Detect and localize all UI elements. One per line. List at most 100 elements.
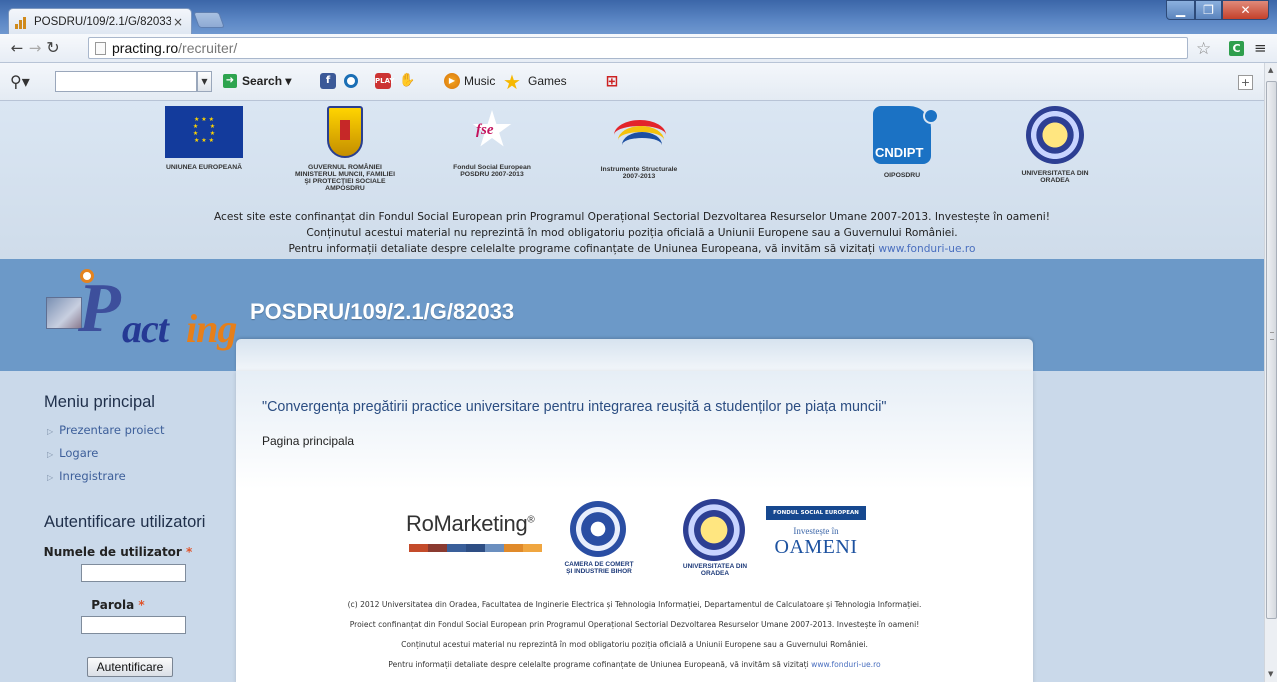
new-tab-button[interactable] <box>193 12 225 28</box>
project-quote: "Convergența pregătirii practice univers… <box>262 399 887 415</box>
bookmark-star-icon[interactable]: ☆ <box>1196 39 1211 59</box>
university-seal-icon <box>1026 106 1084 164</box>
main-menu-title: Meniu principal <box>44 393 155 411</box>
extension-icon[interactable]: C <box>1229 41 1244 56</box>
romarketing-color-segment <box>409 544 428 552</box>
search-toolbar: ⚲▾ ▼ ➜ Search ▾ f PLAY ✋ ▶ Music ★ Games… <box>0 63 1277 101</box>
video-icon[interactable]: PLAY <box>375 73 394 89</box>
footer-line: Pentru informații detaliate despre celel… <box>388 660 881 669</box>
search-button[interactable]: Search ▾ <box>242 74 291 88</box>
chamber-of-commerce-seal-icon <box>570 501 626 557</box>
romarketing-color-bar <box>409 544 542 552</box>
tab-title: POSDRU/109/2.1/G/82033 <box>34 15 171 28</box>
password-input[interactable] <box>81 616 186 634</box>
sidebar: Meniu principal ▷ Prezentare proiect ▷ Log… <box>0 371 236 682</box>
games-star-icon[interactable]: ★ <box>503 70 521 94</box>
vertical-scrollbar[interactable]: ▲ ▼ <box>1264 63 1277 682</box>
facebook-icon[interactable]: f <box>320 73 336 89</box>
login-button[interactable]: Autentificare <box>87 657 173 677</box>
practing-logo[interactable]: P act ing <box>36 267 237 359</box>
footer-line: Proiect confinanțat din Fondul Social Eu… <box>349 620 920 629</box>
toolbar-search-input[interactable] <box>55 71 197 92</box>
fse-subtitle: Investește în <box>793 526 839 536</box>
romarketing-color-segment <box>485 544 504 552</box>
notice-line-2: Conținutul acestui material nu reprezint… <box>306 227 958 239</box>
search-dropdown-icon[interactable]: ▼ <box>197 71 212 92</box>
puzzle-people-icon <box>46 297 82 329</box>
gov-logo-label: GUVERNUL ROMÂNIEI MINISTERUL MUNCII, FAM… <box>295 164 395 192</box>
page-icon <box>95 41 106 55</box>
content-panel-header <box>236 339 1033 371</box>
music-icon[interactable]: ▶ <box>444 73 460 89</box>
reload-icon[interactable]: ↻ <box>44 38 62 57</box>
eu-flag-icon: ★ ★ ★ ★ ★ ★ ★ ★ ★ ★ <box>165 106 243 158</box>
fse-logo: fse Fondul Social European POSDRU 2007-2… <box>437 106 547 178</box>
games-link[interactable]: Games <box>528 74 567 88</box>
window-titlebar: POSDRU/109/2.1/G/82033 × ▁ ❐ ✕ <box>0 0 1277 34</box>
eu-logo-label: UNIUNEA EUROPEANĂ <box>165 164 243 171</box>
triangle-right-icon: ▷ <box>47 473 54 482</box>
window-minimize-button[interactable]: ▁ <box>1166 0 1195 20</box>
cndipt-icon: CNDIPT <box>873 106 939 164</box>
scrollbar-thumb[interactable] <box>1266 81 1277 619</box>
footer-line: Conținutul acestui material nu reprezint… <box>401 640 868 649</box>
hand-icon[interactable]: ✋ <box>399 73 415 89</box>
forward-arrow-icon[interactable]: → <box>26 39 44 57</box>
gift-icon[interactable]: ⊞ <box>604 73 620 89</box>
university-oradea-seal-icon <box>683 499 745 561</box>
footer-line: (c) 2012 Universitatea din Oradea, Facul… <box>347 600 922 609</box>
fse-oameni: OAMENI <box>774 536 858 558</box>
password-label: Parola * <box>91 598 145 612</box>
romarketing-color-segment <box>428 544 447 552</box>
window-maximize-button[interactable]: ❐ <box>1195 0 1222 20</box>
scroll-up-icon[interactable]: ▲ <box>1268 66 1273 74</box>
tab-close-icon[interactable]: × <box>171 15 185 29</box>
expand-plus-icon[interactable]: + <box>1238 75 1253 90</box>
url-path: /recruiter/ <box>178 40 238 56</box>
notice-line-1: Acest site este confinanțat din Fondul S… <box>214 211 1050 223</box>
search-icon[interactable]: ⚲▾ <box>10 72 30 91</box>
triangle-right-icon: ▷ <box>47 427 54 436</box>
scroll-down-icon[interactable]: ▼ <box>1268 670 1273 678</box>
fonduri-ue-link[interactable]: www.fonduri-ue.ro <box>878 243 975 255</box>
sidebar-item-prezentare[interactable]: ▷ Prezentare proiect <box>47 423 165 437</box>
university-oradea-label: UNIVERSITATEA DIN ORADEA <box>682 563 748 577</box>
footer-fonduri-link[interactable]: www.fonduri-ue.ro <box>811 660 881 669</box>
cofinancing-notice: Acest site este confinanțat din Fondul S… <box>0 209 1264 257</box>
search-go-icon[interactable]: ➜ <box>223 74 237 88</box>
page-viewport: ★ ★ ★ ★ ★ ★ ★ ★ ★ ★ UNIUNEA EUROPEANĂ GUVER… <box>0 101 1264 682</box>
window-close-button[interactable]: ✕ <box>1222 0 1269 20</box>
gov-logo: GUVERNUL ROMÂNIEI MINISTERUL MUNCII, FAM… <box>280 106 410 192</box>
footer: (c) 2012 Universitatea din Oradea, Facul… <box>236 595 1033 675</box>
project-code-title: POSDRU/109/2.1/G/82033 <box>250 299 515 324</box>
funders-banner: ★ ★ ★ ★ ★ ★ ★ ★ ★ ★ UNIUNEA EUROPEANĂ GUVER… <box>0 101 1264 259</box>
structural-instruments-logo: Instrumente Structurale 2007-2013 <box>584 106 694 180</box>
eu-logo: ★ ★ ★ ★ ★ ★ ★ ★ ★ ★ UNIUNEA EUROPEANĂ <box>144 106 264 171</box>
radio-icon[interactable] <box>344 74 358 88</box>
url-host: practing.ro <box>112 40 179 56</box>
romarketing-color-segment <box>504 544 523 552</box>
browser-menu-icon[interactable]: ≡ <box>1254 39 1267 57</box>
romarketing-color-segment <box>466 544 485 552</box>
sidebar-item-inregistrare[interactable]: ▷ Inregistrare <box>47 469 126 483</box>
uo-logo-label: UNIVERSITATEA DIN ORADEA <box>1021 170 1089 184</box>
breadcrumb: Pagina principala <box>262 434 355 448</box>
music-link[interactable]: Music <box>464 74 495 88</box>
address-bar: ← → ↻ practing.ro/recruiter/ ☆ C ≡ <box>0 34 1277 63</box>
coat-of-arms-icon <box>327 106 363 158</box>
browser-tab[interactable]: POSDRU/109/2.1/G/82033 × <box>8 8 192 34</box>
main-content: "Convergența pregătirii practice univers… <box>236 371 1033 682</box>
username-input[interactable] <box>81 564 186 582</box>
auth-title: Autentificare utilizatori <box>44 513 206 531</box>
cndipt-logo: CNDIPT OIPOSDRU <box>862 106 942 179</box>
cndipt-label: OIPOSDRU <box>883 172 921 179</box>
structural-instruments-label: Instrumente Structurale 2007-2013 <box>600 166 678 180</box>
back-arrow-icon[interactable]: ← <box>8 39 26 57</box>
chamber-of-commerce-label: CAMERA DE COMERȚ ȘI INDUSTRIE BIHOR <box>564 561 634 575</box>
site-favicon <box>15 15 29 29</box>
fse-logo-label: Fondul Social European POSDRU 2007-2013 <box>453 164 531 178</box>
url-input[interactable]: practing.ro/recruiter/ <box>88 37 1188 59</box>
partner-logos: RoMarketing® CAMERA DE COMERȚ ȘI INDUSTR… <box>236 499 1033 581</box>
sidebar-item-logare[interactable]: ▷ Logare <box>47 446 98 460</box>
romarketing-logo: RoMarketing® <box>406 511 542 552</box>
